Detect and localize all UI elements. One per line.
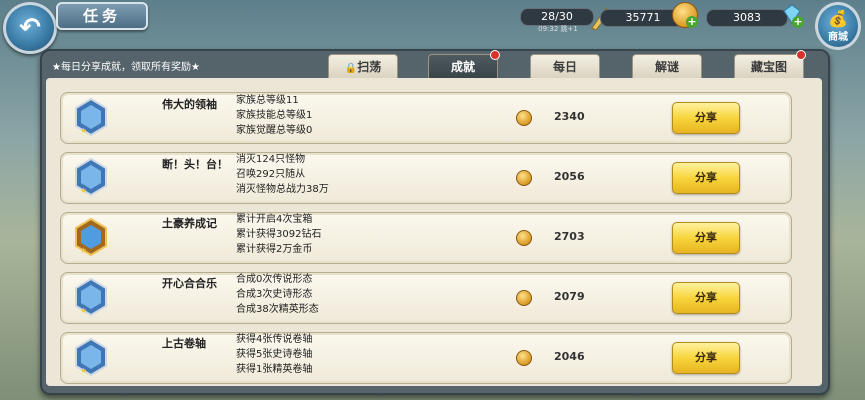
tab-treasure-map[interactable]: 藏宝图 — [734, 54, 804, 80]
reward-amount: 2703 — [554, 230, 585, 243]
achievement-desc: 消灭124只怪物 召唤292只随从 消灭怪物总战力38万 — [236, 154, 329, 195]
back-arrow-icon: ↶ — [19, 13, 41, 43]
tab-achievements-alert — [490, 50, 500, 60]
svg-text:★: ★ — [80, 366, 87, 375]
share-button[interactable]: 分享 — [672, 102, 740, 134]
page-title: 任务 — [56, 2, 148, 30]
svg-text:★: ★ — [80, 306, 87, 315]
tab-treasure-map-alert — [796, 50, 806, 60]
achievement-title: 开心合合乐 — [162, 277, 217, 290]
add-gold-button[interactable]: + — [686, 16, 698, 28]
share-button[interactable]: 分享 — [672, 162, 740, 194]
reward-amount: 2046 — [554, 350, 585, 363]
coin-icon — [516, 230, 532, 246]
blue-medal-icon: ★ — [75, 98, 107, 136]
tab-sweep[interactable]: 🔒扫荡 — [328, 54, 398, 80]
shop-button[interactable]: 💰 商城 — [815, 2, 861, 50]
share-tip: ★每日分享成就，领取所有奖励★ — [52, 62, 200, 73]
add-diamond-button[interactable]: + — [792, 16, 804, 28]
tab-achievements[interactable]: 成就 — [428, 54, 498, 80]
coin-icon — [516, 350, 532, 366]
stamina-value: 28/30 — [520, 8, 594, 26]
coin-icon — [516, 110, 532, 126]
money-bag-icon: 💰 — [828, 9, 848, 28]
blue-medal-icon: ★ — [75, 338, 107, 376]
share-button[interactable]: 分享 — [672, 222, 740, 254]
blue-medal-icon: ★ — [75, 158, 107, 196]
achievement-desc: 合成0次传说形态 合成3次史诗形态 合成38次精英形态 — [236, 274, 319, 315]
tab-daily[interactable]: 每日 — [530, 54, 600, 80]
lock-icon: 🔒 — [344, 63, 358, 74]
tab-puzzle[interactable]: 解谜 — [632, 54, 702, 80]
shop-label: 商城 — [828, 32, 848, 43]
share-button[interactable]: 分享 — [672, 342, 740, 374]
svg-text:★: ★ — [80, 186, 87, 195]
stamina-display: 28/30 09:32 跳+1 — [520, 8, 594, 34]
reward-amount: 2079 — [554, 290, 585, 303]
reward-amount: 2056 — [554, 170, 585, 183]
coin-icon — [516, 290, 532, 306]
achievement-desc: 获得4张传说卷轴 获得5张史诗卷轴 获得1张精英卷轴 — [236, 334, 313, 375]
coin-icon — [516, 170, 532, 186]
achievement-title: 伟大的领袖 — [162, 98, 217, 111]
diamond-value: 3083 — [706, 9, 788, 27]
achievement-desc: 家族总等级11 家族技能总等级1 家族觉醒总等级0 — [236, 95, 313, 136]
svg-text:★: ★ — [80, 246, 87, 255]
share-button[interactable]: 分享 — [672, 282, 740, 314]
svg-text:★: ★ — [80, 126, 87, 135]
back-button[interactable]: ↶ — [3, 2, 57, 54]
blue-medal-icon: ★ — [75, 278, 107, 316]
gold-medal-icon: ★ — [75, 218, 107, 256]
achievement-title: 上古卷轴 — [162, 337, 206, 350]
achievement-title: 土豪养成记 — [162, 217, 217, 230]
reward-amount: 2340 — [554, 110, 585, 123]
stamina-timer: 09:32 跳+1 — [538, 25, 578, 33]
achievement-desc: 累计开启4次宝箱 累计获得3092钻石 累计获得2万金币 — [236, 214, 322, 255]
achievement-title: 断！头！台！ — [162, 158, 228, 171]
